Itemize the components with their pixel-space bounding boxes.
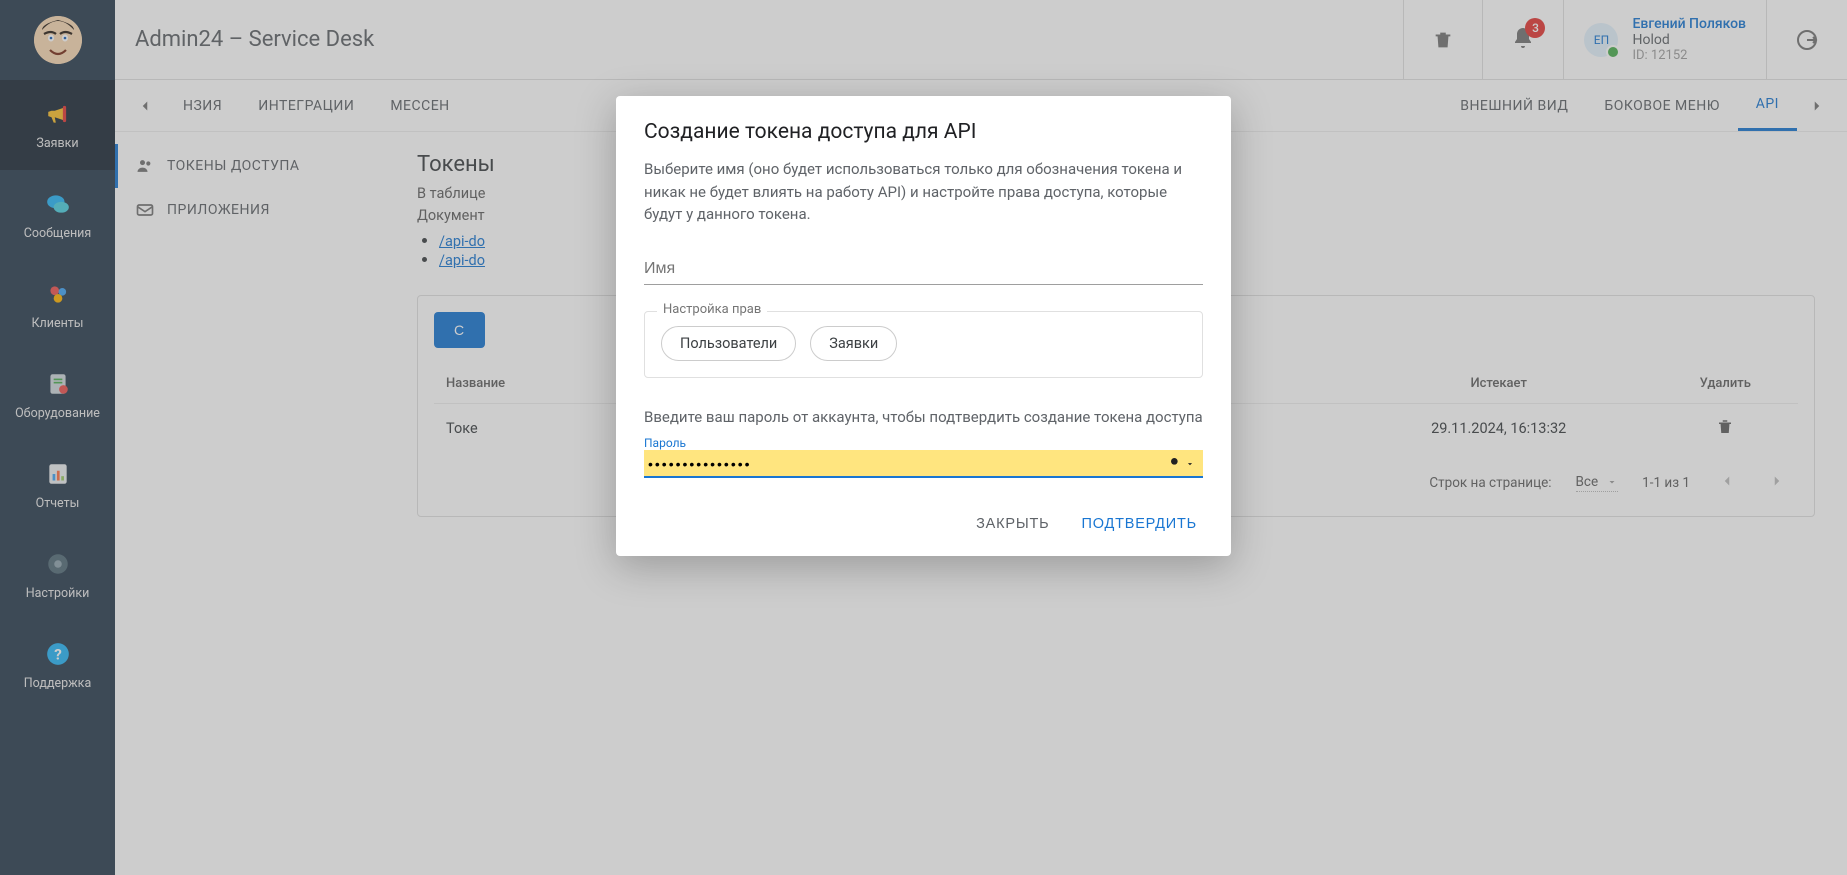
chip-tickets[interactable]: Заявки xyxy=(810,326,897,361)
password-label: Пароль xyxy=(644,436,1203,450)
permissions-fieldset: Настройка прав Пользователи Заявки xyxy=(644,311,1203,378)
password-input[interactable] xyxy=(648,456,1169,472)
password-instruction: Введите ваш пароль от аккаунта, чтобы по… xyxy=(644,408,1203,426)
confirm-button[interactable]: ПОДТВЕРДИТЬ xyxy=(1075,508,1203,540)
key-icon xyxy=(1169,456,1185,472)
modal-overlay[interactable]: Создание токена доступа для API Выберите… xyxy=(0,0,1847,875)
password-autofill-button[interactable] xyxy=(1169,456,1195,472)
token-name-input[interactable] xyxy=(644,254,1203,285)
modal-title: Создание токена доступа для API xyxy=(644,120,1203,144)
close-button[interactable]: ЗАКРЫТЬ xyxy=(970,508,1055,540)
modal-description: Выберите имя (оно будет использоваться т… xyxy=(644,158,1203,226)
create-token-modal: Создание токена доступа для API Выберите… xyxy=(616,96,1231,556)
permissions-legend: Настройка прав xyxy=(657,302,767,317)
chip-users[interactable]: Пользователи xyxy=(661,326,796,361)
caret-down-icon xyxy=(1185,459,1195,469)
